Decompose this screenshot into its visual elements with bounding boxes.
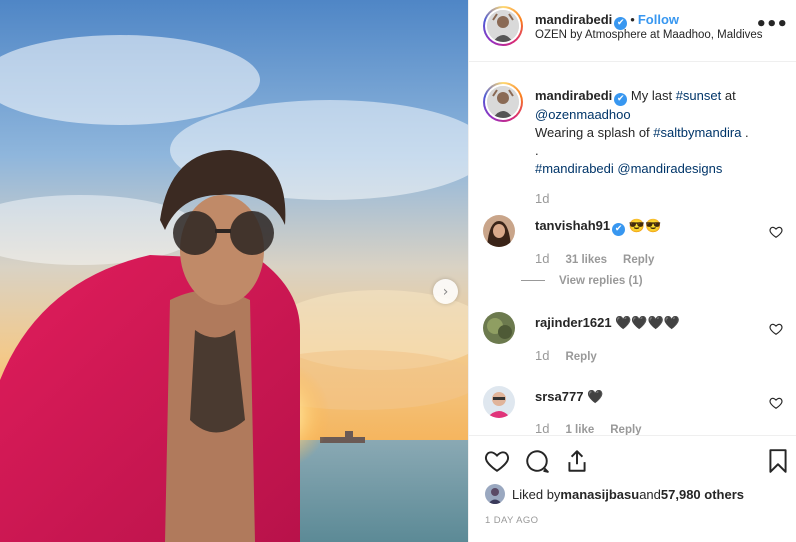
heart-outline-icon[interactable] <box>769 225 783 239</box>
comment-icon[interactable] <box>524 448 550 474</box>
comment-text: 🖤🖤🖤🖤 <box>611 315 680 330</box>
post-actions: Liked by manasijbasu and 57,980 others 1… <box>469 435 796 542</box>
comment-meta: 1d Reply <box>535 348 597 363</box>
commenter-username[interactable]: srsa777 <box>535 389 583 404</box>
comment-meta: 1d 1 like Reply <box>535 421 642 436</box>
chevron-right-icon: › <box>442 283 449 300</box>
author-avatar[interactable] <box>483 6 523 46</box>
avatar-image <box>487 10 519 42</box>
commenter-username[interactable]: rajinder1621 <box>535 315 612 330</box>
comment-body: tanvishah91 ✔ 😎😎 <box>535 218 661 236</box>
verified-badge-icon: ✔ <box>614 93 628 106</box>
author-username[interactable]: mandirabedi <box>535 12 612 27</box>
sunset-selfie-image <box>0 0 468 542</box>
hashtag-link[interactable]: #mandirabedi <box>535 161 614 176</box>
separator-dot: • <box>630 12 635 27</box>
liked-by-summary: Liked by manasijbasu and 57,980 others <box>485 484 744 504</box>
share-icon[interactable] <box>564 448 590 474</box>
comment-timestamp[interactable]: 1d <box>535 251 549 266</box>
bookmark-icon[interactable] <box>765 448 791 474</box>
commenter-avatar[interactable] <box>483 312 515 344</box>
view-replies-button[interactable]: View replies (1) <box>521 275 643 287</box>
liker-username[interactable]: manasijbasu <box>560 487 639 502</box>
comment-body: srsa777 🖤 <box>535 389 603 405</box>
liked-by-mid: and <box>639 486 661 502</box>
carousel-next-button[interactable]: › <box>433 279 458 304</box>
caption-text: at <box>721 88 736 103</box>
liker-avatar[interactable] <box>485 484 505 504</box>
commenter-avatar[interactable] <box>483 215 515 247</box>
post-photo[interactable]: › <box>0 0 468 542</box>
avatar-image <box>483 312 515 344</box>
avatar-image <box>483 386 515 418</box>
heart-icon[interactable] <box>484 448 510 474</box>
mention-link[interactable]: @mandiradesigns <box>617 161 722 176</box>
likes-count[interactable]: 57,980 others <box>661 487 744 502</box>
post-date[interactable]: 1 DAY AGO <box>485 515 538 526</box>
follow-button[interactable]: Follow <box>638 12 679 27</box>
post-caption: mandirabedi ✔ My last #sunset at @ozenmaa… <box>535 87 785 178</box>
mention-link[interactable]: @ozenmaadhoo <box>535 107 631 122</box>
avatar-image <box>485 484 505 504</box>
heart-outline-icon[interactable] <box>769 396 783 410</box>
caption-author-avatar[interactable] <box>483 82 523 122</box>
more-options-icon[interactable]: ••• <box>755 14 788 35</box>
comment-text: 🖤 <box>583 389 604 404</box>
comment-timestamp[interactable]: 1d <box>535 348 549 363</box>
liked-by-prefix: Liked by <box>512 486 561 502</box>
caption-text: . <box>535 143 539 158</box>
header-user-line: mandirabedi ✔ • Follow <box>535 12 679 30</box>
commenter-username[interactable]: tanvishah91 <box>535 218 610 233</box>
verified-badge-icon: ✔ <box>612 223 626 236</box>
view-replies-label: View replies (1) <box>559 275 643 287</box>
comment-likes[interactable]: 31 likes <box>565 254 607 266</box>
reply-button[interactable]: Reply <box>623 254 654 266</box>
hashtag-link[interactable]: #saltbymandira <box>653 125 741 140</box>
comment-text: 😎😎 <box>625 218 662 233</box>
caption-text: . <box>741 125 749 140</box>
avatar-image <box>487 86 519 118</box>
caption-timestamp[interactable]: 1d <box>535 191 549 206</box>
divider-line <box>521 280 545 282</box>
caption-text: Wearing a splash of <box>535 125 654 140</box>
heart-outline-icon[interactable] <box>769 322 783 336</box>
caption-text: My last <box>627 88 676 103</box>
commenter-avatar[interactable] <box>483 386 515 418</box>
avatar-image <box>483 215 515 247</box>
comment-meta: 1d 31 likes Reply <box>535 251 654 266</box>
location-link[interactable]: OZEN by Atmosphere at Maadhoo, Maldives <box>535 29 763 41</box>
caption-username[interactable]: mandirabedi <box>535 88 612 103</box>
reply-button[interactable]: Reply <box>565 351 596 363</box>
post-header: mandirabedi ✔ • Follow OZEN by Atmosphere a… <box>469 0 796 62</box>
post-detail-panel: mandirabedi ✔ • Follow OZEN by Atmosphere a… <box>468 0 796 542</box>
comment-timestamp[interactable]: 1d <box>535 421 549 436</box>
comment-body: rajinder1621 🖤🖤🖤🖤 <box>535 315 680 331</box>
hashtag-link[interactable]: #sunset <box>676 88 722 103</box>
